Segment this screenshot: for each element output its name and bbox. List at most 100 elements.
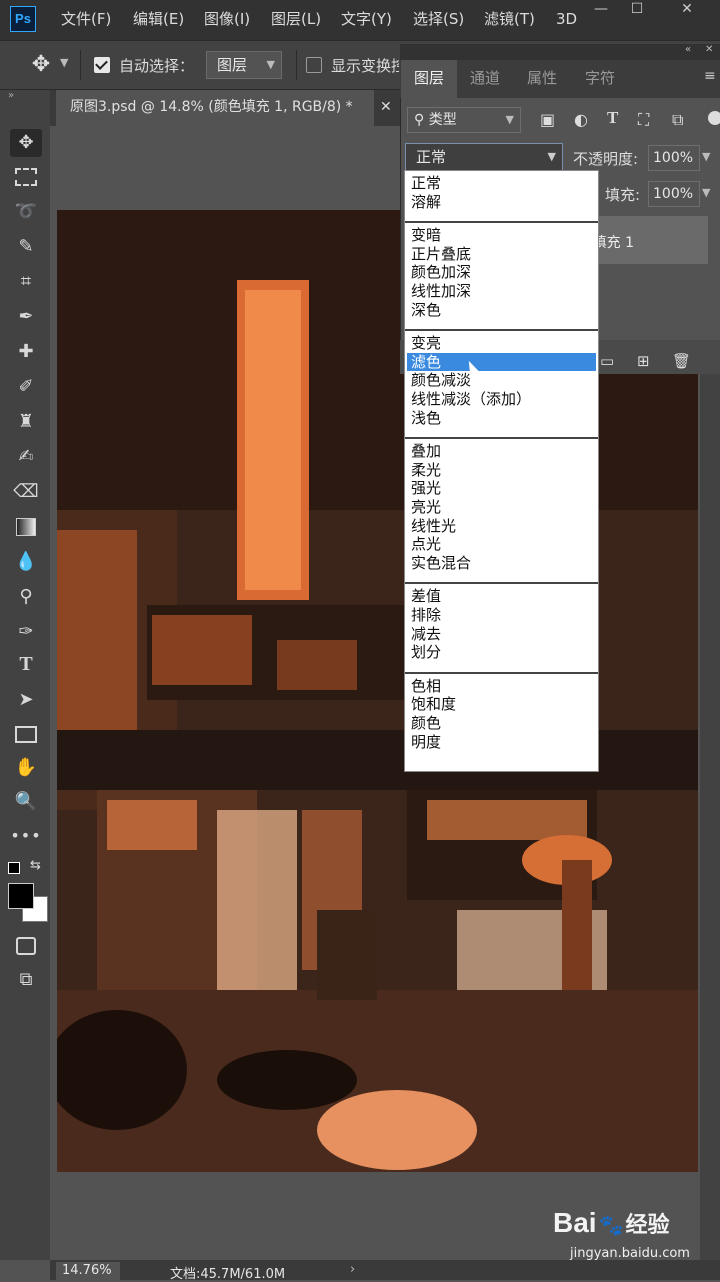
close-tab-icon[interactable]: ✕: [380, 99, 392, 115]
blend-mode-option[interactable]: 划分: [411, 643, 441, 661]
move-tool-icon[interactable]: ✥: [10, 129, 42, 157]
blend-mode-option[interactable]: 差值: [411, 587, 441, 605]
quick-select-tool-icon[interactable]: ✎: [10, 233, 42, 261]
menu-edit[interactable]: 编辑(E): [133, 0, 184, 40]
opacity-label: 不透明度:: [573, 150, 639, 168]
blend-mode-select[interactable]: 正常 ▼: [405, 143, 563, 171]
blend-mode-option[interactable]: 线性加深: [411, 282, 471, 300]
more-tools-icon[interactable]: •••: [10, 822, 42, 850]
filter-toggle-icon[interactable]: [708, 111, 720, 125]
blur-tool-icon[interactable]: 💧: [10, 548, 42, 576]
blend-mode-option[interactable]: 排除: [411, 606, 441, 624]
blend-mode-option[interactable]: 颜色加深: [411, 263, 471, 281]
default-colors-icon[interactable]: [8, 862, 20, 874]
tab-channels[interactable]: 通道: [457, 60, 513, 98]
move-tool-icon[interactable]: ✥: [28, 52, 54, 78]
maximize-icon[interactable]: ☐: [620, 0, 654, 20]
marquee-tool-icon[interactable]: [10, 163, 42, 191]
blend-mode-option[interactable]: 强光: [411, 479, 441, 497]
blend-mode-option[interactable]: 明度: [411, 733, 441, 751]
close-icon[interactable]: ✕: [670, 0, 704, 20]
blend-mode-option[interactable]: 正片叠底: [411, 245, 471, 263]
filter-pixel-icon[interactable]: ▣: [540, 110, 555, 129]
quick-mask-icon[interactable]: [10, 932, 42, 960]
fill-input[interactable]: 100%: [648, 181, 700, 207]
stamp-tool-icon[interactable]: ♜: [10, 408, 42, 436]
blend-mode-option[interactable]: 浅色: [411, 409, 441, 427]
collapse-panel-icon[interactable]: «: [685, 44, 691, 55]
close-panel-icon[interactable]: ✕: [705, 44, 713, 55]
history-brush-tool-icon[interactable]: ✍: [10, 443, 42, 471]
eraser-tool-icon[interactable]: ⌫: [10, 478, 42, 506]
menu-image[interactable]: 图像(I): [204, 0, 250, 40]
blend-mode-option[interactable]: 颜色: [411, 714, 441, 732]
blend-mode-option[interactable]: 减去: [411, 625, 441, 643]
blend-mode-option[interactable]: 变亮: [411, 334, 441, 352]
healing-brush-tool-icon[interactable]: ✚: [10, 338, 42, 366]
layer-filter-select[interactable]: ⚲ 类型 ▼: [407, 107, 521, 133]
show-transform-checkbox[interactable]: [306, 57, 322, 73]
collapse-toolbar-icon[interactable]: »: [8, 90, 14, 101]
menu-3d[interactable]: 3D: [556, 0, 577, 40]
menu-layer[interactable]: 图层(L): [271, 0, 321, 40]
blend-mode-option[interactable]: 深色: [411, 301, 441, 319]
blend-mode-option[interactable]: 变暗: [411, 226, 441, 244]
gradient-tool-icon[interactable]: [10, 513, 42, 541]
pen-tool-icon[interactable]: ✑: [10, 618, 42, 646]
auto-select-checkbox[interactable]: [94, 57, 110, 73]
blend-mode-option[interactable]: 线性光: [411, 517, 456, 535]
foreground-color-swatch[interactable]: [8, 883, 34, 909]
type-tool-icon[interactable]: T: [10, 650, 42, 678]
blend-mode-option[interactable]: 溶解: [411, 193, 441, 211]
filter-type-icon[interactable]: T: [607, 108, 618, 128]
zoom-level[interactable]: 14.76%: [56, 1262, 120, 1280]
blend-mode-option[interactable]: 线性减淡（添加）: [411, 390, 531, 408]
blend-mode-option[interactable]: 正常: [411, 174, 441, 192]
menu-separator: [405, 582, 598, 585]
brush-tool-icon[interactable]: ✐: [10, 373, 42, 401]
new-layer-icon[interactable]: ⊞: [637, 352, 650, 370]
menu-type[interactable]: 文字(Y): [341, 0, 392, 40]
menu-separator: [405, 329, 598, 332]
filter-adjustment-icon[interactable]: ◐: [574, 110, 588, 129]
crop-tool-icon[interactable]: ⌗: [10, 268, 42, 296]
new-group-icon[interactable]: ▭: [600, 352, 614, 370]
tab-character[interactable]: 字符: [571, 60, 629, 98]
rectangle-tool-icon[interactable]: [10, 720, 42, 748]
path-selection-tool-icon[interactable]: ➤: [10, 686, 42, 714]
blend-mode-option[interactable]: 饱和度: [411, 695, 456, 713]
minimize-icon[interactable]: —: [584, 0, 618, 20]
fill-chevron-icon[interactable]: ▼: [702, 186, 710, 199]
blend-mode-option[interactable]: 滤色: [407, 352, 596, 371]
status-arrow-icon[interactable]: ›: [350, 1262, 355, 1277]
tool-preset-chevron-icon[interactable]: ▼: [60, 56, 68, 69]
panel-menu-icon[interactable]: ≡: [704, 68, 716, 84]
zoom-tool-icon[interactable]: 🔍: [10, 788, 42, 816]
blend-mode-option[interactable]: 亮光: [411, 498, 441, 516]
blend-mode-option[interactable]: 叠加: [411, 442, 441, 460]
trash-icon[interactable]: 🗑: [672, 352, 691, 370]
eyedropper-tool-icon[interactable]: ✒: [10, 303, 42, 331]
blend-mode-option[interactable]: 点光: [411, 535, 441, 553]
menu-select[interactable]: 选择(S): [413, 0, 464, 40]
blend-mode-option[interactable]: 色相: [411, 677, 441, 695]
watermark-brand-cn: 经验: [625, 1212, 670, 1237]
screen-mode-icon[interactable]: ⧉: [10, 966, 42, 994]
dodge-tool-icon[interactable]: ⚲: [10, 583, 42, 611]
blend-mode-option[interactable]: 颜色减淡: [411, 371, 471, 389]
opacity-chevron-icon[interactable]: ▼: [702, 150, 710, 163]
blend-mode-option[interactable]: 柔光: [411, 461, 441, 479]
document-tab[interactable]: 原图3.psd @ 14.8% (颜色填充 1, RGB/8) *: [56, 90, 374, 126]
tab-properties[interactable]: 属性: [513, 60, 571, 98]
blend-mode-option[interactable]: 实色混合: [411, 554, 471, 572]
opacity-input[interactable]: 100%: [648, 145, 700, 171]
menu-file[interactable]: 文件(F): [61, 0, 111, 40]
swap-colors-icon[interactable]: ⇆: [30, 858, 41, 873]
auto-select-target-select[interactable]: 图层 ▼: [206, 51, 282, 79]
filter-smart-object-icon[interactable]: ⧉: [672, 110, 683, 130]
filter-shape-icon[interactable]: ⛶: [638, 110, 649, 130]
lasso-tool-icon[interactable]: ➰: [10, 198, 42, 226]
menu-filter[interactable]: 滤镜(T): [484, 0, 535, 40]
hand-tool-icon[interactable]: ✋: [10, 754, 42, 782]
tab-layers[interactable]: 图层: [401, 60, 457, 98]
